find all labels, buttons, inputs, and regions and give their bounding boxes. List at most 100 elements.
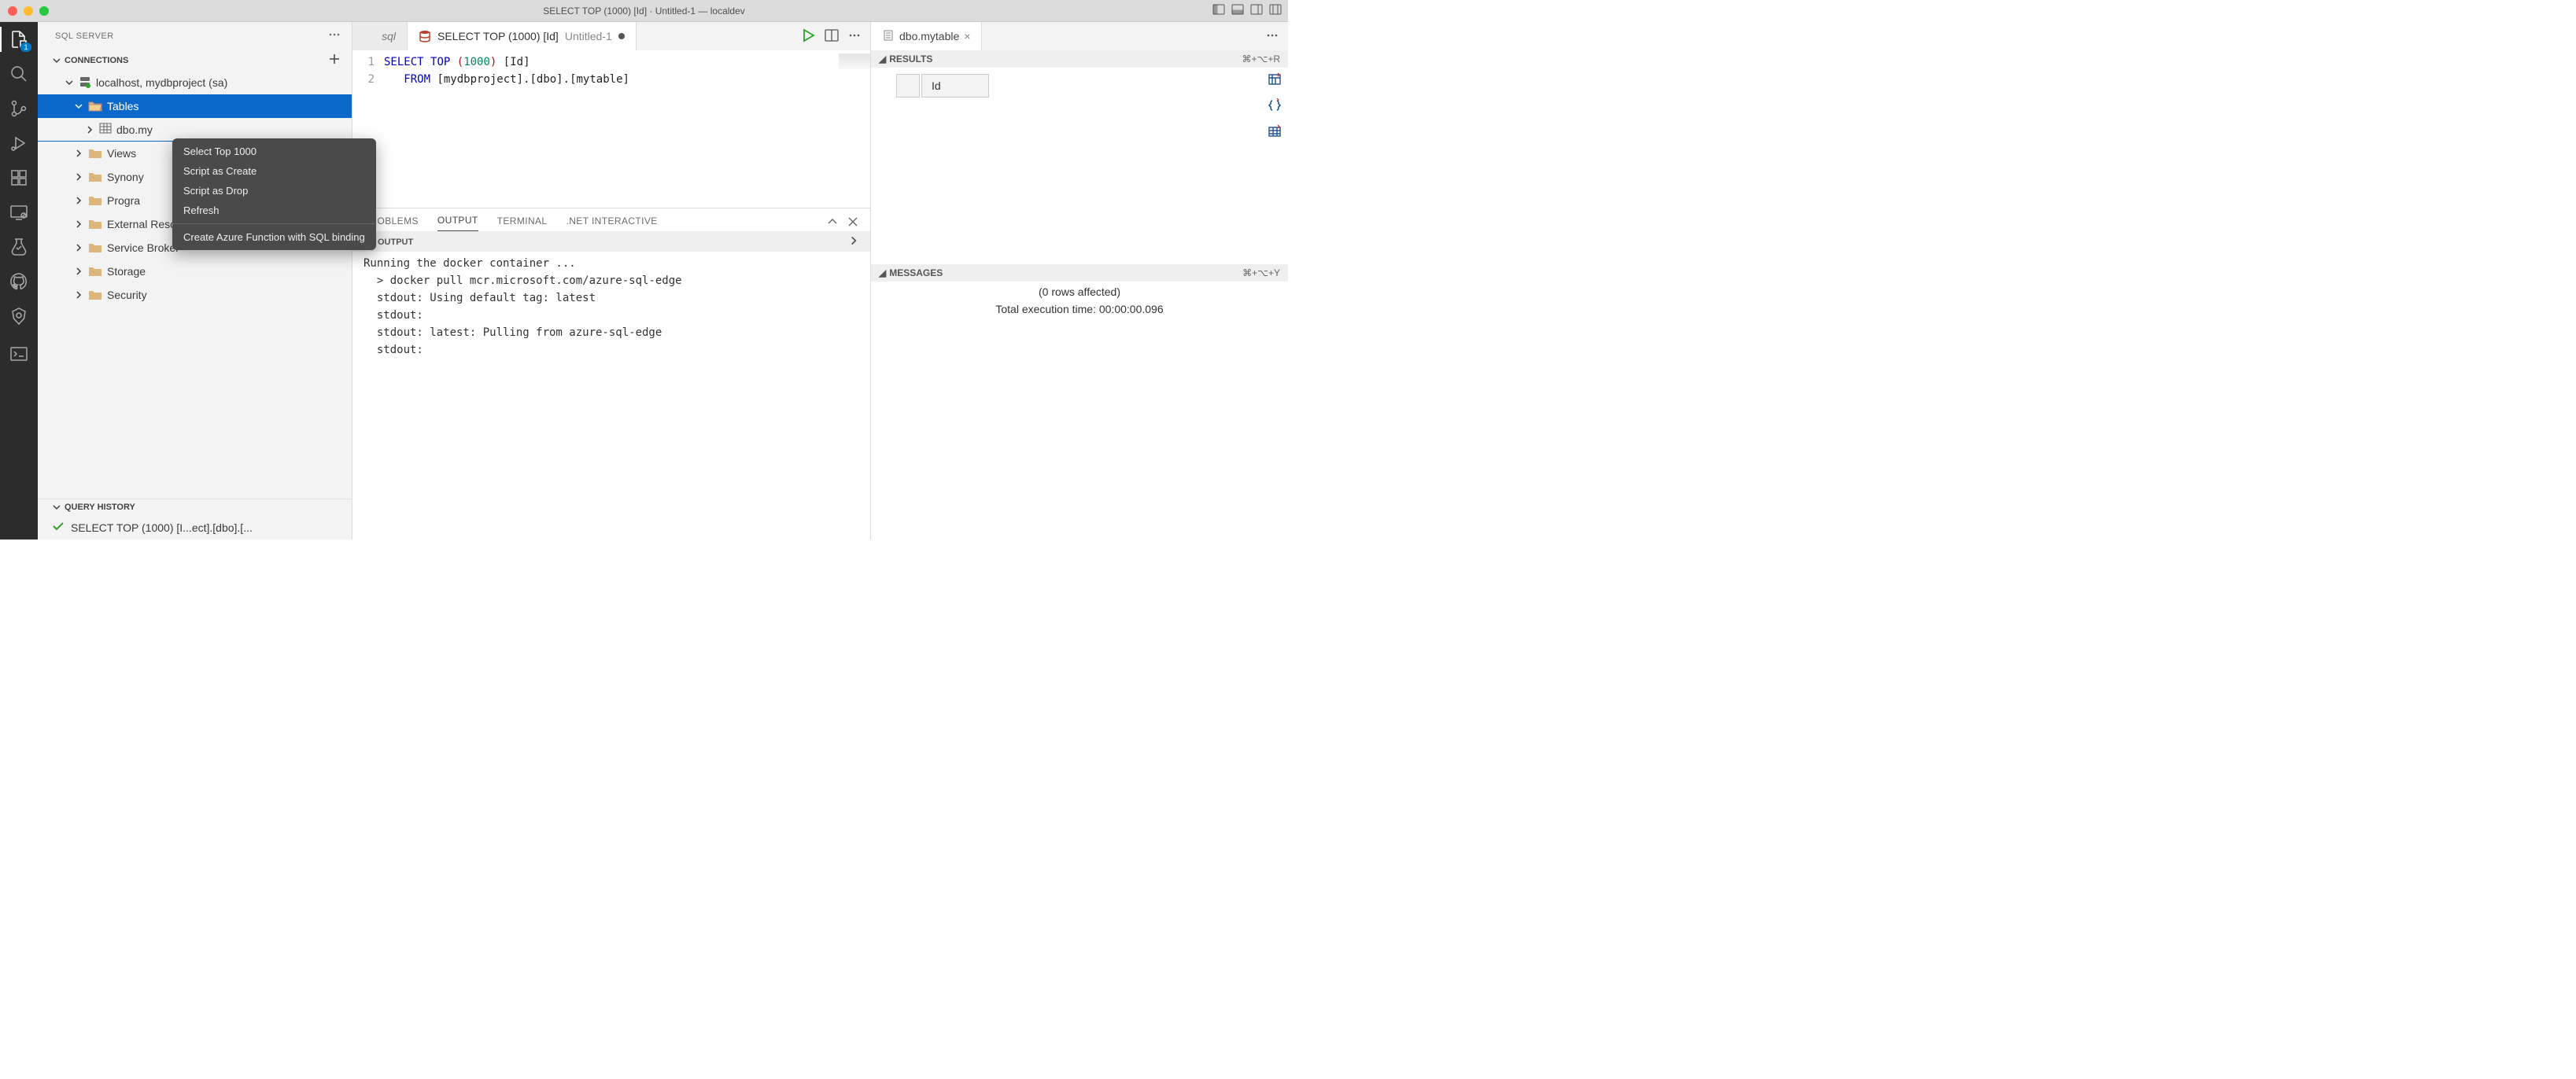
minimize-window-icon[interactable] bbox=[24, 6, 33, 16]
code-content[interactable]: SELECT TOP (1000) [Id] FROM bbox=[384, 53, 870, 208]
menu-create-azure-function[interactable]: Create Azure Function with SQL binding bbox=[172, 227, 376, 247]
sidebar: SQL SERVER CONNECTIONS localhost, mydbpr… bbox=[38, 22, 352, 540]
save-csv-icon[interactable] bbox=[1268, 72, 1282, 89]
output-section-header[interactable]: OUTPUT bbox=[352, 232, 870, 252]
maximize-window-icon[interactable] bbox=[39, 6, 49, 16]
dirty-indicator-icon bbox=[618, 33, 625, 39]
split-editor-icon[interactable] bbox=[825, 28, 839, 45]
chevron-down-icon bbox=[52, 503, 61, 512]
github-icon[interactable] bbox=[8, 271, 30, 293]
chevron-right-icon bbox=[74, 172, 83, 182]
menu-script-as-drop[interactable]: Script as Drop bbox=[172, 181, 376, 201]
save-excel-icon[interactable] bbox=[1268, 124, 1282, 141]
chevron-up-icon[interactable] bbox=[826, 215, 839, 230]
synonyms-label: Synony bbox=[107, 171, 144, 183]
triangle-down-icon: ◢ bbox=[879, 53, 886, 64]
output-section-label: OUTPUT bbox=[378, 238, 413, 247]
connections-section-header[interactable]: CONNECTIONS bbox=[38, 50, 352, 71]
activity-bar: 1 bbox=[0, 22, 38, 540]
window-controls bbox=[0, 6, 49, 16]
query-history-section: QUERY HISTORY SELECT TOP (1000) [I...ect… bbox=[38, 499, 352, 540]
result-export-icons bbox=[1268, 72, 1282, 141]
security-label: Security bbox=[107, 289, 147, 301]
tab-subtitle: Untitled-1 bbox=[565, 30, 612, 42]
more-actions-icon[interactable] bbox=[848, 29, 861, 44]
add-connection-icon[interactable] bbox=[328, 53, 341, 68]
storage-node[interactable]: Storage bbox=[38, 260, 352, 283]
query-history-item[interactable]: SELECT TOP (1000) [I...ect].[dbo].[... bbox=[38, 515, 352, 540]
chevron-right-icon bbox=[85, 125, 94, 134]
programmability-label: Progra bbox=[107, 194, 140, 207]
connection-node[interactable]: localhost, mydbproject (sa) bbox=[38, 71, 352, 94]
toggle-primary-sidebar-icon[interactable] bbox=[1212, 3, 1225, 18]
triangle-down-icon: ◢ bbox=[879, 267, 886, 278]
remote-explorer-icon[interactable] bbox=[8, 201, 30, 223]
editor-actions bbox=[792, 22, 870, 50]
tab-sql-query[interactable]: SELECT TOP (1000) [Id] Untitled-1 bbox=[408, 22, 637, 50]
results-header[interactable]: ◢ RESULTS ⌘+⌥+R bbox=[871, 50, 1288, 68]
menu-select-top-1000[interactable]: Select Top 1000 bbox=[172, 142, 376, 161]
views-label: Views bbox=[107, 147, 136, 160]
customize-layout-icon[interactable] bbox=[1269, 3, 1282, 18]
connections-label: CONNECTIONS bbox=[65, 56, 128, 65]
chevron-right-icon bbox=[74, 196, 83, 205]
query-history-item-text: SELECT TOP (1000) [I...ect].[dbo].[... bbox=[71, 521, 253, 534]
folder-icon bbox=[88, 264, 102, 278]
run-query-icon[interactable] bbox=[801, 28, 815, 45]
sidebar-title: SQL SERVER bbox=[55, 31, 114, 41]
results-shortcut: ⌘+⌥+R bbox=[1242, 53, 1280, 64]
explorer-icon[interactable]: 1 bbox=[8, 28, 30, 50]
tab-terminal[interactable]: TERMINAL bbox=[497, 215, 548, 231]
menu-refresh[interactable]: Refresh bbox=[172, 201, 376, 220]
more-actions-icon[interactable] bbox=[1266, 29, 1279, 44]
messages-content: (0 rows affected) Total execution time: … bbox=[871, 282, 1288, 326]
query-history-header[interactable]: QUERY HISTORY bbox=[38, 499, 352, 515]
folder-icon bbox=[88, 288, 102, 302]
tab-dotnet-interactive[interactable]: .NET INTERACTIVE bbox=[566, 215, 658, 231]
code-editor[interactable]: 1 2 SELECT TOP (1000) [Id] bbox=[352, 50, 870, 208]
results-grid-area: Id bbox=[871, 68, 1288, 264]
more-actions-icon[interactable] bbox=[328, 28, 341, 43]
folder-icon bbox=[88, 193, 102, 208]
close-window-icon[interactable] bbox=[8, 6, 17, 16]
bottom-panel: PROBLEMS OUTPUT TERMINAL .NET INTERACTIV… bbox=[352, 208, 870, 540]
column-header-id[interactable]: Id bbox=[921, 74, 989, 98]
chevron-right-icon bbox=[74, 149, 83, 158]
messages-shortcut: ⌘+⌥+Y bbox=[1242, 267, 1280, 278]
close-tab-icon[interactable]: × bbox=[964, 30, 970, 42]
results-grid[interactable]: Id bbox=[895, 72, 991, 99]
menu-script-as-create[interactable]: Script as Create bbox=[172, 161, 376, 181]
minimap[interactable] bbox=[839, 53, 870, 69]
toggle-panel-icon[interactable] bbox=[1231, 3, 1244, 18]
source-control-icon[interactable] bbox=[8, 98, 30, 120]
save-json-icon[interactable] bbox=[1268, 98, 1282, 115]
window-title: SELECT TOP (1000) [Id] · Untitled-1 — lo… bbox=[0, 6, 1288, 17]
testing-icon[interactable] bbox=[8, 236, 30, 258]
toggle-secondary-sidebar-icon[interactable] bbox=[1250, 3, 1263, 18]
explorer-badge: 1 bbox=[20, 42, 31, 52]
security-node[interactable]: Security bbox=[38, 283, 352, 307]
close-panel-icon[interactable] bbox=[847, 215, 859, 230]
tab-partial-sql[interactable]: sql bbox=[352, 22, 408, 50]
extensions-icon[interactable] bbox=[8, 167, 30, 189]
menu-separator bbox=[172, 223, 376, 224]
kubernetes-icon[interactable] bbox=[8, 305, 30, 327]
run-debug-icon[interactable] bbox=[8, 132, 30, 154]
folder-icon bbox=[88, 241, 102, 255]
context-menu: Select Top 1000 Script as Create Script … bbox=[172, 138, 376, 250]
chevron-right-icon[interactable] bbox=[848, 235, 859, 249]
exec-time-text: Total execution time: 00:00:00.096 bbox=[871, 300, 1288, 318]
tab-results-dbo-mytable[interactable]: dbo.mytable × bbox=[871, 22, 982, 50]
messages-label: MESSAGES bbox=[889, 267, 943, 278]
table-icon bbox=[99, 122, 112, 137]
tab-output[interactable]: OUTPUT bbox=[437, 215, 478, 231]
connection-label: localhost, mydbproject (sa) bbox=[96, 76, 227, 89]
chevron-down-icon bbox=[52, 56, 61, 65]
command-icon[interactable] bbox=[8, 343, 30, 365]
tables-node[interactable]: Tables bbox=[38, 94, 352, 118]
output-content[interactable]: Running the docker container ... > docke… bbox=[352, 252, 870, 362]
search-icon[interactable] bbox=[8, 63, 30, 85]
results-tabbar: dbo.mytable × bbox=[871, 22, 1288, 50]
messages-header[interactable]: ◢ MESSAGES ⌘+⌥+Y bbox=[871, 264, 1288, 282]
results-pane: dbo.mytable × ◢ RESULTS ⌘+⌥+R bbox=[871, 22, 1288, 540]
